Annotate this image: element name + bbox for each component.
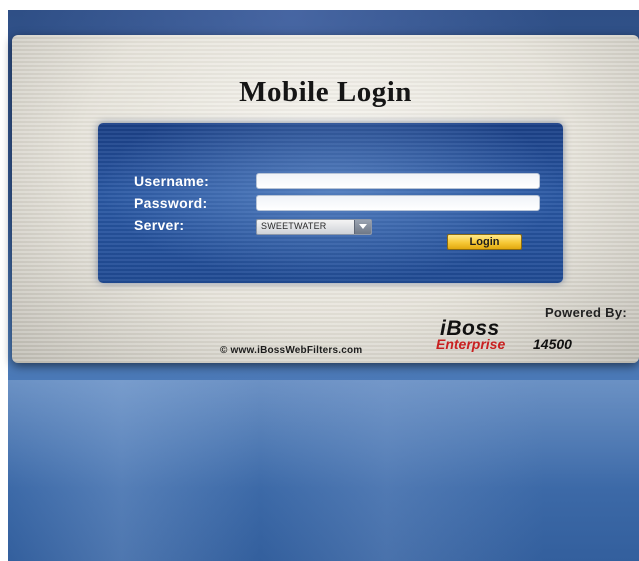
password-input[interactable] xyxy=(256,195,540,211)
brand-edition: Enterprise xyxy=(436,336,506,352)
username-label: Username: xyxy=(134,173,210,189)
server-label: Server: xyxy=(134,217,185,233)
chevron-down-icon[interactable] xyxy=(354,220,371,234)
password-label: Password: xyxy=(134,195,208,211)
login-form: Username: Password: Server: SWEETWATER L… xyxy=(98,123,563,283)
brand-model: 14500 xyxy=(533,336,572,352)
server-select-value: SWEETWATER xyxy=(261,221,327,231)
iboss-logo: iBoss Enterprise 14500 xyxy=(436,317,631,357)
username-input[interactable] xyxy=(256,173,540,189)
page-title: Mobile Login xyxy=(239,76,412,108)
copyright-text: © www.iBossWebFilters.com xyxy=(220,345,363,356)
server-select[interactable]: SWEETWATER xyxy=(256,219,372,235)
login-button[interactable]: Login xyxy=(447,234,522,250)
login-panel: Mobile Login Username: Password: Server:… xyxy=(12,35,639,363)
